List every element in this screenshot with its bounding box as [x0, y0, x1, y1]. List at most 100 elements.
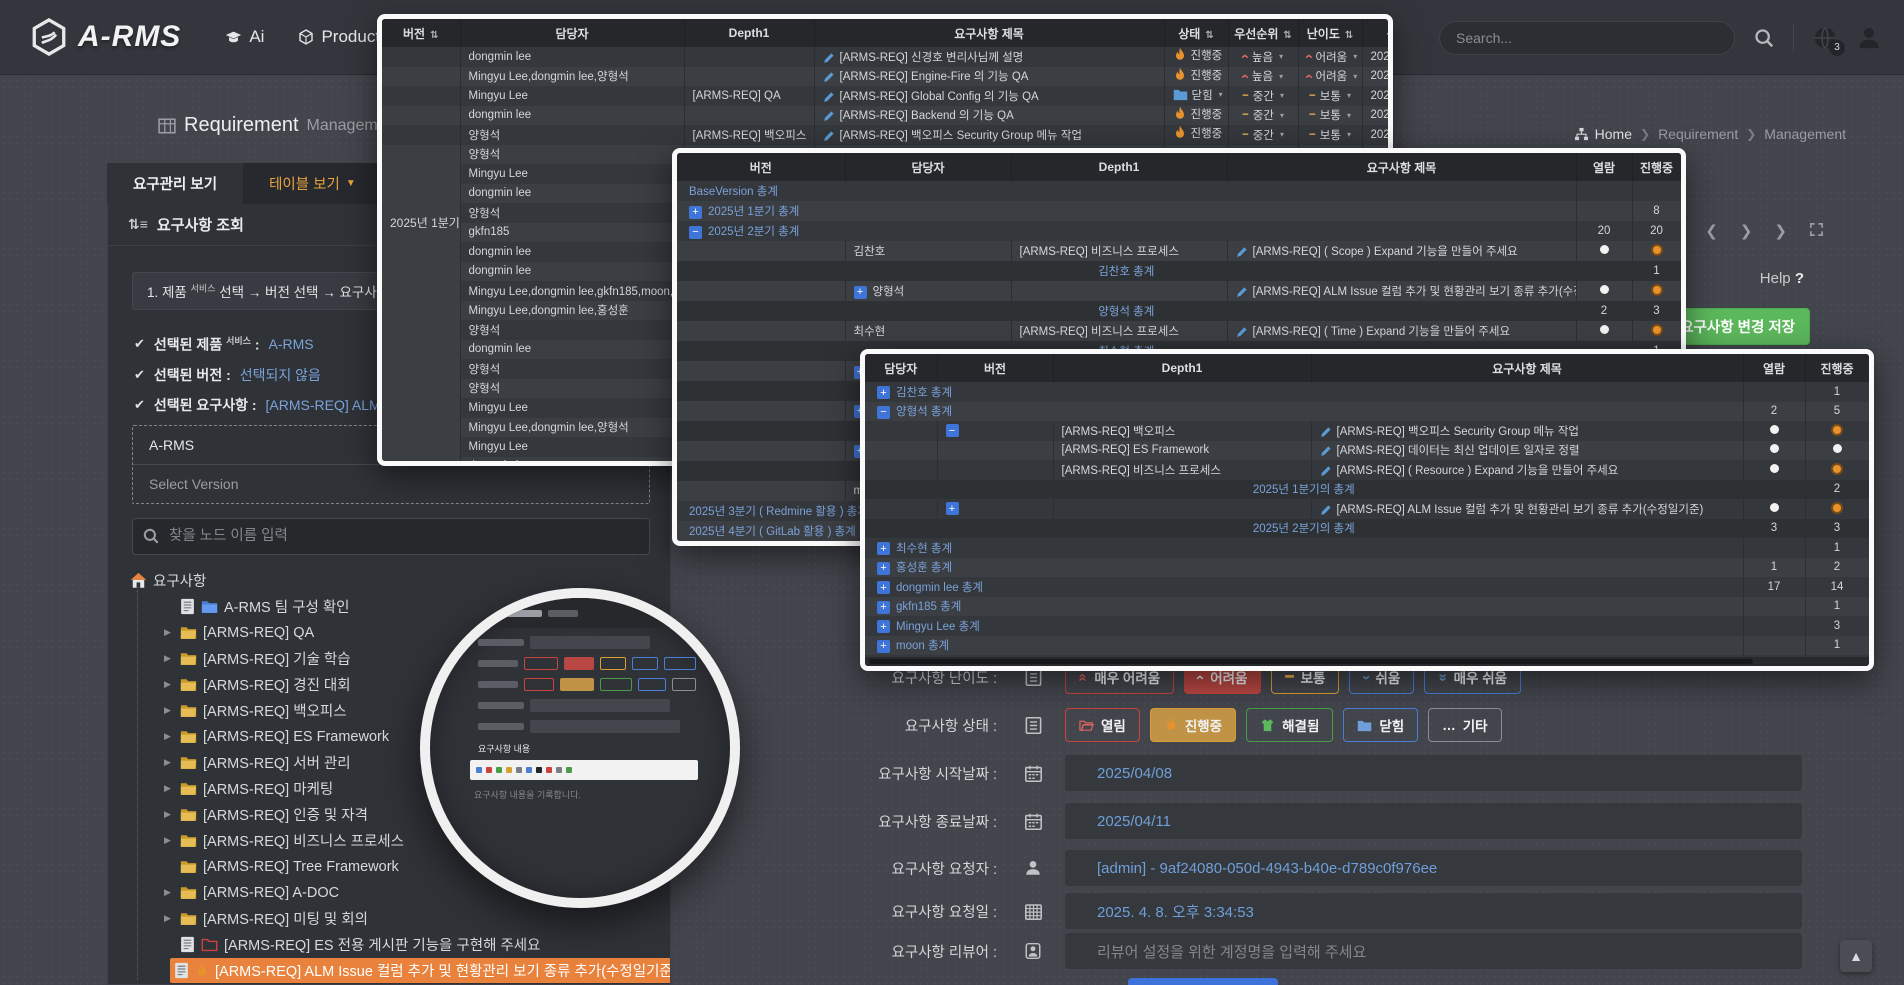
column-header[interactable]: 진행중: [1805, 354, 1869, 382]
fullscreen-icon[interactable]: [1809, 222, 1824, 241]
requirement-title-link[interactable]: [ARMS-REQ] ALM Issue 컬럼 추가 및 현황관리 보기 종류 …: [1337, 504, 1704, 516]
expand-plus-icon[interactable]: +: [689, 206, 702, 219]
table-row[interactable]: +dongmin lee 총계1714: [865, 577, 1869, 597]
table-row[interactable]: +홍성훈 총계12: [865, 558, 1869, 578]
table-row[interactable]: 2025년 2분기의 총계33: [865, 519, 1869, 539]
form-input-placeholder[interactable]: 리뷰어 설정을 위한 계정명을 입력해 주세요: [1065, 933, 1802, 969]
form-value[interactable]: 2025. 4. 8. 오후 3:34:53: [1065, 893, 1802, 929]
group-total-link[interactable]: 2025년 3분기 ( Redmine 활용 ) 총계: [689, 506, 868, 518]
column-header[interactable]: 버전⇅: [382, 19, 460, 47]
group-total-link[interactable]: 김찬호 총계: [896, 387, 952, 399]
status-chip[interactable]: −중간▾: [1242, 107, 1284, 123]
status-dot-orange[interactable]: [1833, 504, 1841, 512]
requirement-title-link[interactable]: [ARMS-REQ] ( Resource ) Expand 기능을 만들어 주…: [1337, 465, 1619, 477]
global-search-input[interactable]: [1439, 21, 1735, 55]
group-total-link[interactable]: dongmin lee 총계: [896, 582, 983, 594]
scrollbar-thumb[interactable]: [869, 659, 1753, 664]
status-dot-orange[interactable]: [1653, 246, 1661, 254]
requirement-title-link[interactable]: [ARMS-REQ] Backend 의 기능 QA: [840, 110, 1014, 122]
status-dot-white[interactable]: [1770, 464, 1779, 473]
table-row[interactable]: 2025년 1분기의 총계2: [865, 480, 1869, 500]
table-row[interactable]: [ARMS-REQ] 비즈니스 프로세스[ARMS-REQ] ( Resourc…: [865, 460, 1869, 480]
table-row[interactable]: [ARMS-REQ] ES Framework[ARMS-REQ] 데이터는 최…: [865, 441, 1869, 461]
expand-plus-icon[interactable]: +: [877, 542, 890, 555]
column-header[interactable]: Depth1: [1011, 153, 1227, 181]
group-total-link[interactable]: gkfn185 총계: [896, 601, 961, 613]
next-icon[interactable]: ❯: [1774, 222, 1787, 241]
requirement-title-link[interactable]: [ARMS-REQ] 백오피스 Security Group 메뉴 작업: [1337, 426, 1579, 438]
tab-table-view[interactable]: 테이블 보기 ▼: [243, 163, 382, 204]
table-row[interactable]: Mingyu Lee[ARMS-REQ] QA[ARMS-REQ] Global…: [382, 86, 1393, 106]
breadcrumb-home[interactable]: Home: [1574, 126, 1632, 142]
status-chip[interactable]: 진행중▾: [1173, 125, 1229, 141]
table-row[interactable]: +Mingyu Lee 총계3: [865, 616, 1869, 636]
status-dot-white[interactable]: [1833, 444, 1842, 453]
status-dot-orange[interactable]: [1653, 286, 1661, 294]
tab-requirement-view[interactable]: 요구관리 보기: [107, 163, 243, 204]
status-chip[interactable]: 진행중▾: [1173, 106, 1229, 122]
status-chip[interactable]: −보통▾: [1309, 88, 1351, 104]
status-dot-white[interactable]: [1600, 245, 1609, 254]
expand-plus-icon[interactable]: +: [877, 601, 890, 614]
column-header[interactable]: 요구사항 제목: [1227, 153, 1576, 181]
table-row[interactable]: −[ARMS-REQ] 백오피스[ARMS-REQ] 백오피스 Security…: [865, 421, 1869, 441]
table-row[interactable]: +moon 총계1: [865, 636, 1869, 656]
globe-notifications-icon[interactable]: 3: [1812, 25, 1838, 51]
status-dot-white[interactable]: [1600, 285, 1609, 294]
status-chip[interactable]: ‹어려움▾: [1307, 48, 1358, 65]
status-chip[interactable]: −중간▾: [1242, 88, 1284, 104]
option-button[interactable]: 진행중: [1150, 708, 1236, 742]
status-dot-white[interactable]: [1600, 325, 1609, 334]
version-select[interactable]: Select Version: [133, 465, 649, 503]
table-row[interactable]: +[ARMS-REQ] ALM Issue 컬럼 추가 및 현황관리 보기 종류…: [865, 499, 1869, 519]
breadcrumb-item[interactable]: Management: [1764, 126, 1846, 142]
table-row[interactable]: 김찬호 총계1: [677, 261, 1681, 281]
save-requirement-button[interactable]: 요구사항 변경 저장: [1665, 308, 1810, 345]
group-total-link[interactable]: 홍성훈 총계: [896, 562, 952, 574]
status-dot-white[interactable]: [1770, 503, 1779, 512]
table-row[interactable]: BaseVersion 총계: [677, 181, 1681, 201]
expand-plus-icon[interactable]: +: [877, 581, 890, 594]
prev-icon[interactable]: ❮: [1705, 222, 1718, 241]
option-button[interactable]: 열림: [1065, 708, 1140, 742]
expand-plus-icon[interactable]: +: [854, 286, 867, 299]
table-row[interactable]: −2025년 2분기 총계2020: [677, 221, 1681, 241]
requirement-title-link[interactable]: [ARMS-REQ] Engine-Fire 의 기능 QA: [840, 71, 1029, 83]
column-header[interactable]: 담당자: [845, 153, 1011, 181]
form-value[interactable]: 2025/04/08: [1065, 755, 1802, 791]
group-total-link[interactable]: moon 총계: [896, 640, 949, 652]
table-row[interactable]: Mingyu Lee,dongmin lee,양형석[ARMS-REQ] Eng…: [382, 67, 1393, 87]
scroll-to-top-button[interactable]: ▲: [1840, 940, 1872, 972]
breadcrumb-item[interactable]: Requirement: [1658, 126, 1738, 142]
table-row[interactable]: 김찬호[ARMS-REQ] 비즈니스 프로세스[ARMS-REQ] ( Scop…: [677, 241, 1681, 261]
group-total-link[interactable]: 김찬호 총계: [1098, 266, 1154, 278]
menu-item-product[interactable]: Product: [298, 27, 380, 47]
status-chip[interactable]: ‹어려움▾: [1307, 68, 1358, 85]
expand-plus-icon[interactable]: +: [877, 386, 890, 399]
horizontal-scrollbar[interactable]: [865, 657, 1869, 666]
column-header[interactable]: 열람: [1576, 153, 1632, 181]
column-header[interactable]: 열람: [1743, 354, 1805, 382]
table-row[interactable]: 양형석 총계23: [677, 301, 1681, 321]
column-header[interactable]: Depth1: [1053, 354, 1311, 382]
form-value[interactable]: [admin] - 9af24080-050d-4943-b40e-d789c0…: [1065, 850, 1802, 886]
group-total-link[interactable]: Mingyu Lee 총계: [896, 621, 980, 633]
requirement-title-link[interactable]: [ARMS-REQ] Global Config 의 기능 QA: [840, 91, 1039, 103]
table-row[interactable]: −양형석 총계25: [865, 402, 1869, 422]
status-dot-white[interactable]: [1770, 425, 1779, 434]
status-dot-orange[interactable]: [1653, 326, 1661, 334]
status-chip[interactable]: −중간▾: [1242, 127, 1284, 143]
requirement-title-link[interactable]: [ARMS-REQ] ( Scope ) Expand 기능을 만들어 주세요: [1253, 246, 1518, 258]
menu-item-ai[interactable]: Ai: [225, 27, 264, 47]
tree-item[interactable]: [ARMS-REQ] ALM Issue 컬럼 추가 및 현황관리 보기 종류 …: [130, 958, 660, 984]
option-button[interactable]: 닫힘: [1343, 708, 1418, 742]
status-chip[interactable]: 진행중▾: [1173, 67, 1229, 83]
requirement-title-link[interactable]: [ARMS-REQ] ( Time ) Expand 기능을 만들어 주세요: [1253, 326, 1511, 338]
node-search-input[interactable]: [132, 518, 650, 555]
help-link[interactable]: Help ?: [1760, 270, 1804, 287]
requirement-title-link[interactable]: [ARMS-REQ] 데이터는 최신 업데이트 일자로 정렬: [1337, 445, 1580, 457]
status-chip[interactable]: ‹높음▾: [1243, 48, 1283, 65]
table-row[interactable]: +2025년 1분기 총계8: [677, 201, 1681, 221]
group-total-link[interactable]: 2025년 1분기의 총계: [1253, 484, 1355, 496]
column-header[interactable]: Depth1: [684, 19, 814, 47]
